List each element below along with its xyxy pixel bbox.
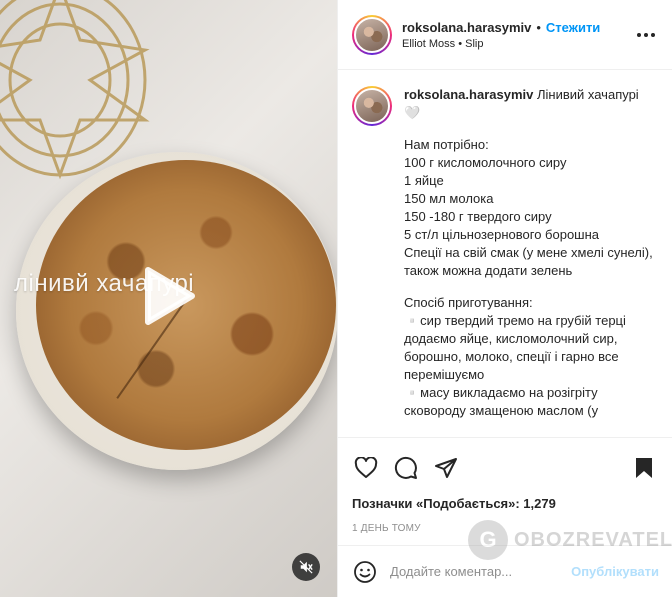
- speaker-muted-icon: [299, 560, 313, 574]
- paper-plane-icon: [435, 458, 457, 478]
- header-separator: •: [536, 19, 541, 35]
- author-username[interactable]: roksolana.harasymiv: [402, 20, 531, 35]
- avatar-image: [354, 88, 390, 124]
- play-icon[interactable]: [130, 260, 202, 332]
- caption-line: Нам потрібно:: [404, 137, 489, 152]
- publish-button[interactable]: Опублікувати: [571, 564, 659, 579]
- likes-count[interactable]: Позначки «Подобається»: 1,279: [352, 496, 658, 511]
- more-options-button[interactable]: [634, 23, 658, 47]
- emoji-button[interactable]: [352, 559, 378, 585]
- post-header: roksolana.harasymiv • Стежити Elliot Mos…: [338, 0, 672, 70]
- watermark-logo: G: [468, 520, 508, 560]
- caption-row: roksolana.harasymiv Лінивий хачапурі 🤍 Н…: [352, 86, 658, 420]
- obozrevatel-watermark: G OBOZREVATEL: [468, 520, 672, 560]
- caption-line: 5 ст/л цільнозернового борошна: [404, 227, 600, 242]
- caption-gap: [404, 280, 658, 294]
- caption-line: 1 яйце: [404, 173, 444, 188]
- music-track[interactable]: Elliot Moss • Slip: [402, 38, 634, 50]
- caption-line: Спеції на свій смак (у мене хмелі сунелі…: [404, 245, 657, 278]
- header-line: roksolana.harasymiv • Стежити: [402, 20, 634, 35]
- post-modal: лінивй хачапурі roksolana.harasymiv • С…: [0, 0, 672, 597]
- caption-author-avatar[interactable]: [352, 86, 392, 126]
- caption-line: 100 г кисломолочного сиру: [404, 155, 567, 170]
- caption-lines: Нам потрібно: 100 г кисломолочного сиру …: [404, 136, 658, 420]
- mute-button[interactable]: [292, 553, 320, 581]
- bookmark-icon: [636, 458, 652, 478]
- post-sidebar: roksolana.harasymiv • Стежити Elliot Mos…: [337, 0, 672, 597]
- caption-line: Спосіб приготування:: [404, 295, 533, 310]
- smiley-icon: [354, 560, 376, 583]
- caption-text: roksolana.harasymiv Лінивий хачапурі 🤍 Н…: [404, 86, 658, 420]
- author-avatar[interactable]: [352, 14, 392, 55]
- action-icons: [352, 448, 658, 488]
- caption-line: 150 мл молока: [404, 191, 494, 206]
- comment-bubble-icon: [394, 456, 417, 479]
- save-button[interactable]: [630, 454, 658, 482]
- heart-icon: [354, 457, 378, 478]
- caption-line: ▫️сир твердий тремо на грубій терці дода…: [404, 313, 630, 382]
- share-button[interactable]: [432, 454, 460, 482]
- follow-button[interactable]: Стежити: [546, 20, 600, 35]
- caption-line: 150 -180 г твердого сиру: [404, 209, 552, 224]
- caption-line: ▫️масу викладаємо на розігріту сковороду…: [404, 385, 602, 418]
- comment-input[interactable]: [390, 564, 572, 579]
- header-text: roksolana.harasymiv • Стежити Elliot Mos…: [402, 20, 634, 50]
- more-dots-icon: [637, 32, 655, 37]
- caption-username[interactable]: roksolana.harasymiv: [404, 87, 533, 102]
- caption-area: roksolana.harasymiv Лінивий хачапурі 🤍 Н…: [338, 70, 672, 437]
- avatar-image: [354, 16, 390, 53]
- watermark-text: OBOZREVATEL: [514, 528, 672, 551]
- post-video[interactable]: лінивй хачапурі: [0, 0, 337, 597]
- comment-button[interactable]: [392, 454, 420, 482]
- caption-heading: roksolana.harasymiv Лінивий хачапурі 🤍: [404, 86, 658, 122]
- like-button[interactable]: [352, 454, 380, 482]
